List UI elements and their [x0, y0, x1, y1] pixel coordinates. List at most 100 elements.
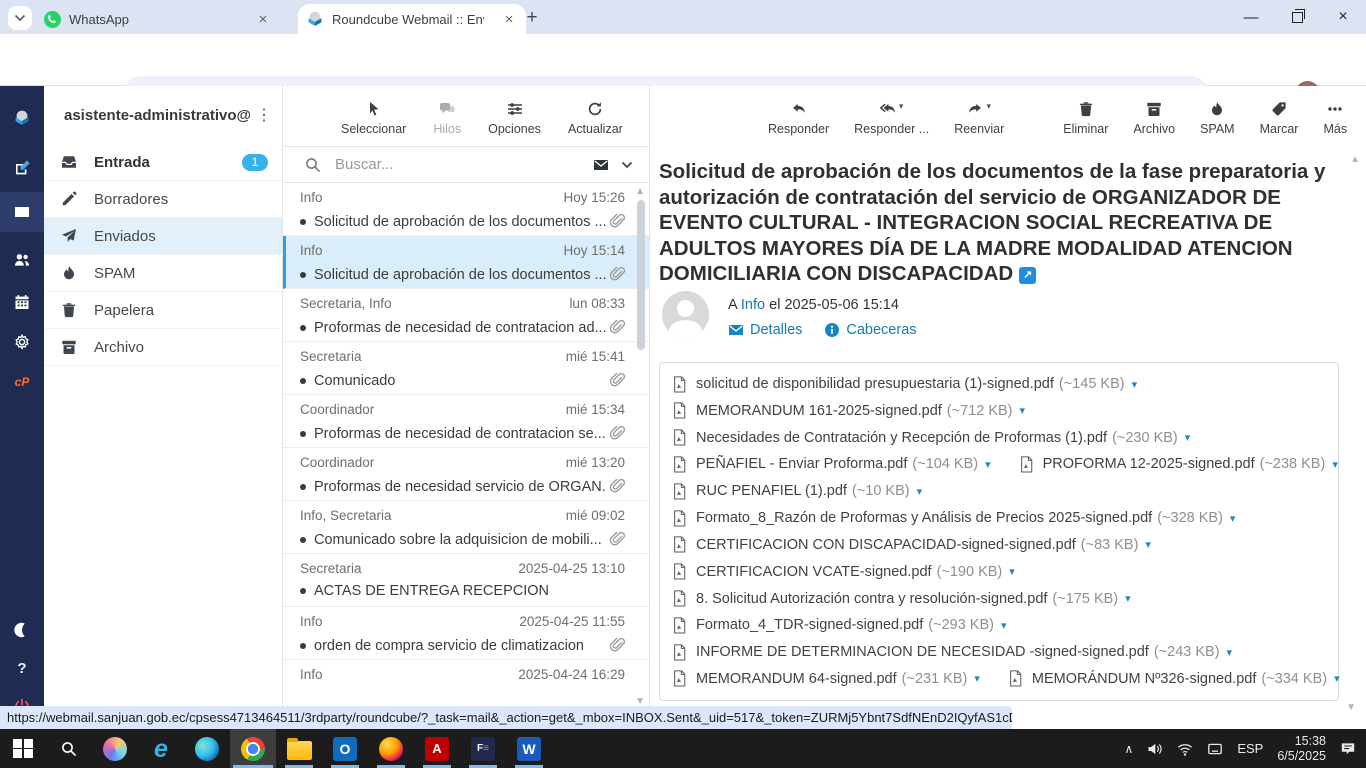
rail-help[interactable]: ?: [0, 648, 44, 688]
list-toolbar-actualizar[interactable]: Actualizar: [568, 95, 623, 146]
attachment-file[interactable]: MEMORANDUM 64-signed.pdf(~231 KB)▾: [672, 670, 980, 687]
tab-close-icon[interactable]: ×: [254, 11, 272, 28]
taskbar-explorer[interactable]: [276, 729, 322, 768]
taskbar-clock[interactable]: 15:38 6/5/2025: [1277, 734, 1326, 764]
reader-toolbar-spam[interactable]: SPAM: [1200, 95, 1235, 146]
message-row[interactable]: InfoHoy 15:14Solicitud de aprobación de …: [283, 236, 649, 289]
window-minimize-button[interactable]: —: [1228, 0, 1274, 34]
tray-overflow-icon[interactable]: ∧: [1125, 742, 1134, 756]
attachment-menu-caret-icon[interactable]: ▾: [974, 672, 980, 685]
taskbar-chrome[interactable]: [230, 729, 276, 768]
window-restore-button[interactable]: [1274, 0, 1320, 34]
attachment-file[interactable]: MEMORANDUM 161-2025-signed.pdf(~712 KB)▾: [672, 402, 1025, 419]
folder-item-entrada[interactable]: Entrada1: [44, 144, 282, 181]
attachment-menu-caret-icon[interactable]: ▾: [917, 485, 923, 498]
attachment-menu-caret-icon[interactable]: ▾: [1227, 646, 1233, 659]
rail-contacts[interactable]: [0, 240, 44, 280]
reader-toolbar-responder[interactable]: Responder: [768, 95, 829, 146]
reader-toolbar-marcar[interactable]: Marcar: [1260, 95, 1299, 146]
attachment-file[interactable]: PROFORMA 12-2025-signed.pdf(~238 KB)▾: [1019, 456, 1338, 473]
attachment-menu-caret-icon[interactable]: ▾: [1230, 512, 1236, 525]
message-row[interactable]: Info2025-04-25 11:55orden de compra serv…: [283, 607, 649, 660]
attachment-menu-caret-icon[interactable]: ▾: [985, 458, 991, 471]
tab-whatsapp[interactable]: WhatsApp ×: [36, 4, 280, 34]
folder-item-papelera[interactable]: Papelera: [44, 292, 282, 329]
reader-toolbar-eliminar[interactable]: Eliminar: [1063, 95, 1108, 146]
reader-scroll-down-icon[interactable]: ▼: [1346, 702, 1356, 713]
search-scope-icon[interactable]: [593, 157, 609, 173]
attachment-menu-caret-icon[interactable]: ▾: [1185, 431, 1191, 444]
attachment-menu-caret-icon[interactable]: ▾: [1334, 672, 1340, 685]
attachment-file[interactable]: CERTIFICACION CON DISCAPACIDAD-signed-si…: [672, 536, 1151, 553]
attachment-file[interactable]: MEMORÁNDUM Nº326-signed.pdf(~334 KB)▾: [1008, 670, 1340, 687]
rail-mail[interactable]: [0, 192, 44, 232]
open-in-new-window-icon[interactable]: ↗: [1019, 267, 1036, 284]
attachment-file[interactable]: Formato_4_TDR-signed-signed.pdf(~293 KB)…: [672, 617, 1007, 634]
message-row[interactable]: Secretariamié 15:41Comunicado: [283, 342, 649, 395]
message-row[interactable]: Secretaria, Infolun 08:33Proformas de ne…: [283, 289, 649, 342]
account-menu-icon[interactable]: ⋮: [250, 105, 272, 125]
rail-calendar[interactable]: [0, 282, 44, 322]
attachment-menu-caret-icon[interactable]: ▾: [1145, 538, 1151, 551]
rail-settings[interactable]: [0, 322, 44, 362]
reader-toolbar-reenviar[interactable]: ▾Reenviar: [954, 95, 1004, 146]
attachment-menu-caret-icon[interactable]: ▾: [1009, 565, 1015, 578]
message-row[interactable]: Secretaria2025-04-25 13:10ACTAS DE ENTRE…: [283, 554, 649, 607]
attachment-menu-caret-icon[interactable]: ▾: [1125, 592, 1131, 605]
attachment-file[interactable]: INFORME DE DETERMINACION DE NECESIDAD -s…: [672, 644, 1232, 661]
touch-keyboard-icon[interactable]: [1207, 741, 1223, 757]
dropdown-caret-icon[interactable]: ▾: [899, 101, 904, 112]
attachment-file[interactable]: Formato_8_Razón de Proformas y Análisis …: [672, 510, 1235, 527]
taskbar-fs[interactable]: F≡: [460, 729, 506, 768]
list-toolbar-opciones[interactable]: Opciones: [488, 95, 541, 146]
search-input[interactable]: [333, 155, 593, 174]
attachment-file[interactable]: Necesidades de Contratación y Recepción …: [672, 429, 1190, 446]
reader-toolbar-responder[interactable]: ▾Responder ...: [854, 95, 929, 146]
rail-cpanel[interactable]: cP: [0, 362, 44, 402]
attachment-file[interactable]: CERTIFICACION VCATE-signed.pdf(~190 KB)▾: [672, 563, 1015, 580]
rail-compose[interactable]: [0, 148, 44, 188]
taskbar-start[interactable]: [0, 729, 46, 768]
attachment-menu-caret-icon[interactable]: ▾: [1132, 378, 1138, 391]
taskbar-edge[interactable]: [184, 729, 230, 768]
dropdown-caret-icon[interactable]: ▾: [986, 101, 991, 112]
recipient-link[interactable]: Info: [741, 297, 765, 313]
attachment-file[interactable]: PEÑAFIEL - Enviar Proforma.pdf(~104 KB)▾: [672, 456, 991, 473]
attachment-file[interactable]: RUC PENAFIEL (1).pdf(~10 KB)▾: [672, 483, 922, 500]
tab-close-icon[interactable]: ×: [500, 11, 518, 28]
tab-roundcube[interactable]: Roundcube Webmail :: Enviados ×: [298, 4, 526, 34]
taskbar-acrobat[interactable]: A: [414, 729, 460, 768]
notification-center-icon[interactable]: [1340, 741, 1356, 757]
reader-scroll-up-icon[interactable]: ▲: [1350, 154, 1360, 165]
reader-toolbar-m-s[interactable]: Más: [1323, 95, 1347, 146]
list-toolbar-seleccionar[interactable]: Seleccionar: [341, 95, 406, 146]
wifi-icon[interactable]: [1177, 741, 1193, 757]
message-row[interactable]: Info, Secretariamié 09:02Comunicado sobr…: [283, 501, 649, 554]
taskbar-outlook[interactable]: O: [322, 729, 368, 768]
rail-dark-mode[interactable]: [0, 610, 44, 650]
folder-item-borradores[interactable]: Borradores: [44, 181, 282, 218]
attachment-menu-caret-icon[interactable]: ▾: [1001, 619, 1007, 632]
taskbar-ie[interactable]: e: [138, 729, 184, 768]
taskbar-firefox[interactable]: [368, 729, 414, 768]
headers-button[interactable]: Cabeceras: [824, 322, 916, 338]
folder-item-enviados[interactable]: Enviados: [44, 218, 282, 255]
attachment-menu-caret-icon[interactable]: ▾: [1332, 458, 1338, 471]
language-indicator[interactable]: ESP: [1237, 741, 1263, 756]
attachment-file[interactable]: solicitud de disponibilidad presupuestar…: [672, 376, 1137, 393]
attachment-file[interactable]: 8. Solicitud Autorización contra y resol…: [672, 590, 1131, 607]
taskbar-search[interactable]: [46, 729, 92, 768]
list-scrollbar[interactable]: [637, 200, 645, 350]
message-row[interactable]: Coordinadormié 13:20Proformas de necesid…: [283, 448, 649, 501]
list-scroll-up-icon[interactable]: ▲: [635, 186, 645, 197]
rail-roundcube-logo[interactable]: [0, 98, 44, 138]
taskbar-word[interactable]: W: [506, 729, 552, 768]
reader-toolbar-archivo[interactable]: Archivo: [1133, 95, 1175, 146]
volume-icon[interactable]: [1147, 741, 1163, 757]
details-button[interactable]: Detalles: [728, 322, 802, 338]
taskbar-copilot[interactable]: [92, 729, 138, 768]
new-tab-button[interactable]: +: [520, 6, 544, 30]
message-row[interactable]: InfoHoy 15:26Solicitud de aprobación de …: [283, 183, 649, 236]
folder-item-spam[interactable]: SPAM: [44, 255, 282, 292]
search-options-chevron-icon[interactable]: [619, 157, 635, 173]
